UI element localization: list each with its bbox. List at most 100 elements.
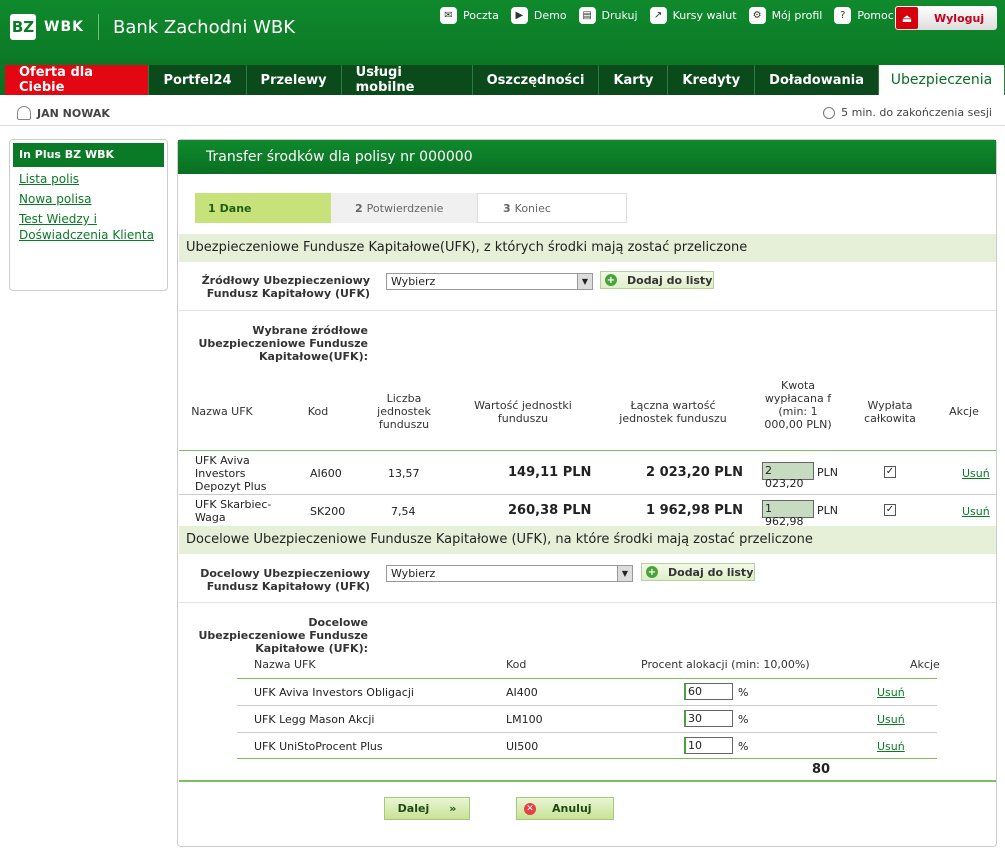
col-code: Kod [307,405,329,418]
logo-mark: BZ [10,14,36,40]
currency-label: PLN [817,466,838,479]
logo-text: WBK [44,19,84,35]
page-title: Transfer środków dla polisy nr 000000 [178,140,996,174]
cancel-button[interactable]: ✕ Anuluj [516,797,614,820]
bank-logo[interactable]: BZ WBK Bank Zachodni WBK [10,14,295,40]
plus-icon: + [646,566,658,578]
full-payout-checkbox[interactable]: ✓ [884,504,896,516]
tab-savings[interactable]: Oszczędności [472,65,600,95]
col-actions: Akcje [910,658,940,671]
logout-button[interactable]: ⏏ Wyloguj [895,6,997,30]
chart-icon: ↗ [649,7,667,24]
payout-amount-input[interactable]: 1 962,98 [762,500,814,528]
row-code: SK200 [310,505,346,518]
session-timer: 5 min. do zakończenia sesji [823,106,992,119]
tab-mobile[interactable]: Usługi mobilne [341,65,473,95]
sidebar-title: In Plus BZ WBK [13,143,164,167]
allocation-input[interactable]: 60 [684,683,733,700]
allocation-input[interactable]: 30 [684,710,733,727]
col-full-payout: Wypłata całkowita [864,399,916,425]
remove-link[interactable]: Usuń [962,467,990,480]
help-icon: ? [834,7,852,24]
bank-name: Bank Zachodni WBK [112,16,296,38]
profile-link[interactable]: ⚙ Mój profil [748,7,822,24]
footer-separator [179,780,996,782]
table-separator [179,450,996,451]
row-units: 13,57 [388,467,420,480]
row-divider [179,494,996,495]
sidebar: In Plus BZ WBK Lista polis Nowa polisa T… [9,139,168,291]
tab-portfel24[interactable]: Portfel24 [149,65,247,95]
table-separator [237,678,937,679]
tab-offer[interactable]: Oferta dla Ciebie [5,65,150,95]
row-unit-value: 260,38 PLN [508,503,592,518]
demo-link[interactable]: ▶ Demo [510,7,567,24]
tab-insurance[interactable]: Ubezpieczenia [879,65,1005,95]
remove-link[interactable]: Usuń [877,713,905,726]
sidebar-link-policies[interactable]: Lista polis [19,171,158,187]
allocation-input[interactable]: 10 [684,737,733,754]
selected-source-label: Wybrane źródłowe Ubezpieczeniowe Fundusz… [198,324,368,363]
col-units: Liczba jednostek funduszu [377,392,431,431]
main-nav: Oferta dla Ciebie Portfel24 Przelewy Usł… [5,65,1005,95]
chevron-down-icon[interactable]: ▼ [617,566,632,581]
logo-divider [97,14,99,40]
percent-sign: % [738,713,749,726]
source-fund-label: Źródłowy Ubezpieczeniowy Fundusz Kapitał… [201,274,370,300]
target-fund-select[interactable]: Wybierz ▼ [386,565,633,582]
target-section-header: Docelowe Ubezpieczeniowe Fundusze Kapita… [179,526,996,554]
row-fund-name: UFK Aviva Investors Depozyt Plus [195,454,267,493]
wizard-steps: 1 Dane 2 Potwierdzenie 3 Koniec [195,193,627,223]
target-fund-label: Docelowy Ubezpieczeniowy Fundusz Kapitał… [200,567,370,593]
source-add-button[interactable]: + Dodaj do listy [600,271,714,289]
col-payout-amount: Kwota wypłacana f (min: 1 000,00 PLN) [764,379,832,431]
sidebar-link-knowledge-test[interactable]: Test Wiedzy i Doświadczenia Klienta [19,211,154,243]
row-divider [237,732,937,733]
table-separator [237,758,937,759]
payout-amount-input[interactable]: 2 023,20 [762,462,814,490]
divider [179,602,996,603]
sidebar-link-new-policy[interactable]: Nowa polisa [19,191,158,207]
target-add-button[interactable]: + Dodaj do listy [641,563,755,581]
remove-link[interactable]: Usuń [877,686,905,699]
row-code: UI500 [506,740,539,753]
col-actions: Akcje [949,405,979,418]
chevron-down-icon[interactable]: ▼ [577,274,592,289]
exchange-rates-link[interactable]: ↗ Kursy walut [649,7,737,24]
row-total-value: 2 023,20 PLN [646,465,743,480]
tab-loans[interactable]: Kredyty [668,65,756,95]
row-fund-name: UFK Skarbiec-Waga [195,498,272,524]
row-code: LM100 [506,713,543,726]
remove-link[interactable]: Usuń [877,740,905,753]
source-fund-select[interactable]: Wybierz ▼ [386,273,593,290]
help-link[interactable]: ? Pomoc [834,7,894,24]
plus-icon: + [605,274,617,286]
remove-link[interactable]: Usuń [962,505,990,518]
next-button[interactable]: Dalej» [384,797,470,820]
col-code: Kod [506,658,527,671]
step-data: 1 Dane [195,193,345,223]
col-allocation: Procent alokacji (min: 10,00%) [641,658,810,671]
row-total-value: 1 962,98 PLN [646,503,743,518]
tab-topups[interactable]: Doładowania [755,65,879,95]
tab-transfers[interactable]: Przelewy [246,65,342,95]
mail-icon: ✉ [440,7,457,24]
demo-icon: ▶ [510,7,528,24]
row-divider [237,705,937,706]
source-section-header: Ubezpieczeniowe Fundusze Kapitałowe(UFK)… [179,234,996,262]
divider [179,310,996,311]
close-icon: ✕ [524,802,536,815]
step-confirm: 2 Potwierdzenie [331,193,491,223]
user-bar: JAN NOWAK 5 min. do zakończenia sesji [0,100,1005,126]
full-payout-checkbox[interactable]: ✓ [884,466,896,478]
print-link[interactable]: ▤ Drukuj [578,7,638,24]
row-units: 7,54 [391,505,416,518]
printer-icon: ▤ [578,7,596,24]
logout-icon: ⏏ [896,7,918,29]
mail-link[interactable]: ✉ Poczta [440,7,499,24]
user-info: JAN NOWAK [17,106,110,120]
user-icon [17,106,31,120]
tab-cards[interactable]: Karty [599,65,669,95]
row-fund-name: UFK Legg Mason Akcji [254,713,375,726]
col-unit-value: Wartość jednostki funduszu [474,399,572,425]
